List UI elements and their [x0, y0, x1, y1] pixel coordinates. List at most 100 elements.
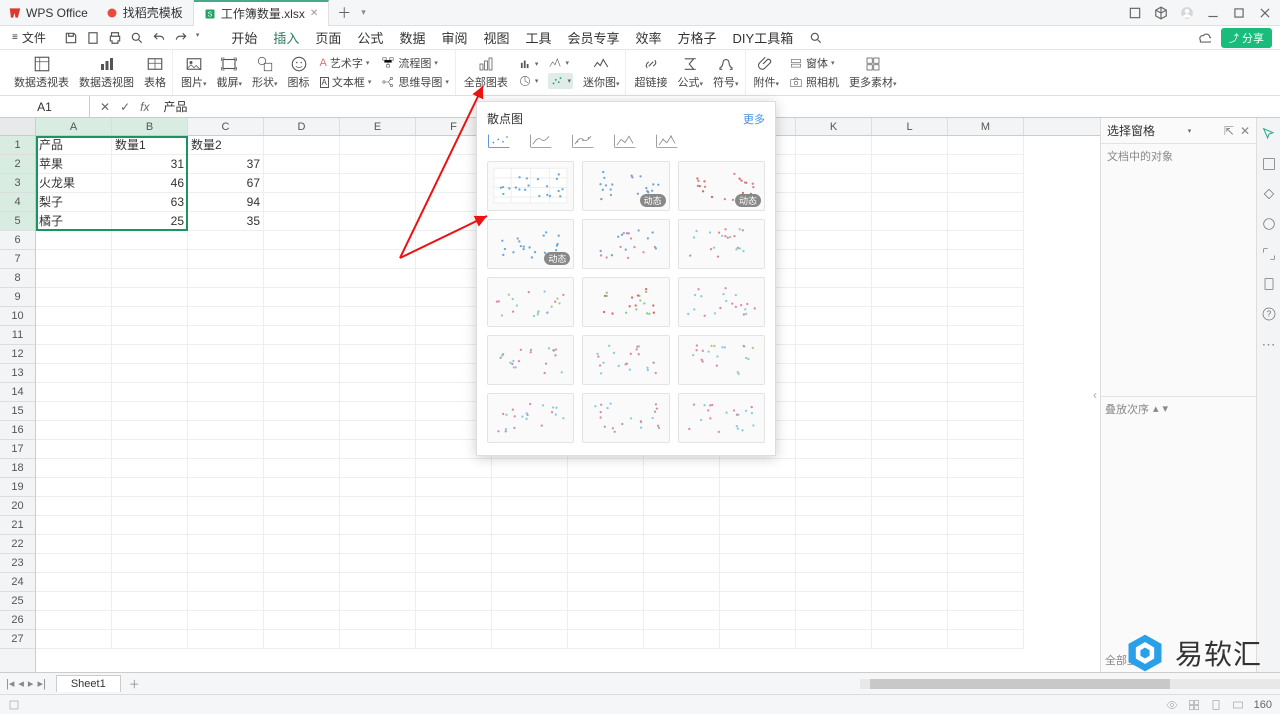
cell[interactable] — [492, 535, 568, 554]
cell[interactable] — [36, 402, 112, 421]
cell[interactable] — [112, 440, 188, 459]
chart-thumbnail[interactable] — [487, 393, 574, 443]
cell[interactable] — [948, 288, 1024, 307]
cell[interactable] — [340, 459, 416, 478]
cell[interactable] — [188, 573, 264, 592]
cancel-fx-icon[interactable]: ✕ — [100, 100, 110, 114]
cell[interactable] — [188, 554, 264, 573]
cell[interactable] — [796, 269, 872, 288]
cell[interactable] — [796, 478, 872, 497]
move-down-icon[interactable]: ▾ — [1163, 402, 1169, 415]
pivot-table-button[interactable]: 数据透视表 — [14, 55, 69, 90]
cell[interactable] — [188, 231, 264, 250]
cell[interactable] — [568, 611, 644, 630]
cell[interactable] — [188, 630, 264, 649]
name-box[interactable]: A1 — [0, 96, 90, 117]
cell[interactable] — [644, 459, 720, 478]
pivot-chart-button[interactable]: 数据透视图 — [79, 55, 134, 90]
menu-tab-开始[interactable]: 开始 — [231, 28, 257, 47]
all-charts-button[interactable]: 全部图表 — [464, 55, 508, 90]
menu-tab-审阅[interactable]: 审阅 — [441, 28, 467, 47]
fx-icon[interactable]: fx — [140, 100, 149, 114]
row-header[interactable]: 25 — [0, 592, 35, 611]
eye-icon[interactable] — [1166, 699, 1178, 711]
scatter-type-3[interactable] — [571, 133, 595, 149]
cell[interactable] — [264, 497, 340, 516]
cell[interactable] — [872, 516, 948, 535]
cell[interactable] — [264, 155, 340, 174]
cell[interactable] — [644, 535, 720, 554]
menu-tab-工具[interactable]: 工具 — [525, 28, 551, 47]
menu-tab-视图[interactable]: 视图 — [483, 28, 509, 47]
cell[interactable]: 25 — [112, 212, 188, 231]
cell[interactable] — [112, 554, 188, 573]
chart-thumbnail[interactable] — [582, 335, 669, 385]
cell[interactable] — [340, 478, 416, 497]
cell[interactable] — [796, 535, 872, 554]
cell[interactable]: 梨子 — [36, 193, 112, 212]
cell[interactable] — [112, 497, 188, 516]
sheet-nav-last[interactable]: ▸| — [37, 677, 45, 690]
chart-thumbnail[interactable] — [582, 393, 669, 443]
scatter-chart-dropdown[interactable]: ▾ — [548, 73, 573, 89]
row-header[interactable]: 18 — [0, 459, 35, 478]
zoom-value[interactable]: 160 — [1254, 699, 1272, 711]
cell[interactable] — [112, 326, 188, 345]
cell[interactable] — [36, 440, 112, 459]
cell[interactable] — [872, 592, 948, 611]
cell[interactable] — [796, 307, 872, 326]
chart-thumbnail[interactable]: 动态 — [678, 161, 765, 211]
cell[interactable] — [796, 459, 872, 478]
cell[interactable] — [188, 592, 264, 611]
cell[interactable] — [948, 345, 1024, 364]
add-tab-button[interactable]: ＋ — [329, 3, 359, 23]
cell[interactable] — [948, 136, 1024, 155]
rail-page-icon[interactable] — [1261, 276, 1277, 292]
cell[interactable] — [340, 231, 416, 250]
menu-tab-方格子[interactable]: 方格子 — [678, 28, 717, 47]
cell[interactable] — [492, 516, 568, 535]
column-header[interactable]: L — [872, 118, 948, 135]
cell[interactable] — [644, 478, 720, 497]
column-header[interactable]: C — [188, 118, 264, 135]
cell[interactable]: 37 — [188, 155, 264, 174]
cell[interactable] — [264, 364, 340, 383]
horizontal-scrollbar[interactable] — [860, 679, 1280, 689]
cell[interactable] — [188, 459, 264, 478]
attachment-button[interactable]: 附件▾ — [754, 55, 780, 90]
cell[interactable] — [112, 611, 188, 630]
cell[interactable] — [340, 288, 416, 307]
cell[interactable] — [36, 421, 112, 440]
cell[interactable] — [568, 630, 644, 649]
cell[interactable] — [568, 554, 644, 573]
window-minimize-icon[interactable] — [1206, 6, 1220, 20]
cell[interactable] — [264, 459, 340, 478]
cell[interactable] — [796, 573, 872, 592]
sheet-tab-1[interactable]: Sheet1 — [56, 675, 121, 692]
cell[interactable] — [948, 231, 1024, 250]
more-assets-button[interactable]: 更多素材▾ — [849, 55, 897, 90]
cell[interactable] — [948, 535, 1024, 554]
window-maximize-icon[interactable] — [1232, 6, 1246, 20]
row-header[interactable]: 20 — [0, 497, 35, 516]
cell[interactable] — [720, 611, 796, 630]
cell[interactable]: 数量2 — [188, 136, 264, 155]
cell[interactable] — [796, 326, 872, 345]
cell[interactable] — [948, 250, 1024, 269]
row-header[interactable]: 3 — [0, 174, 35, 193]
cell[interactable] — [872, 440, 948, 459]
symbol-button[interactable]: 符号▾ — [713, 55, 739, 90]
cell[interactable] — [36, 345, 112, 364]
cell[interactable] — [568, 573, 644, 592]
scatter-type-5[interactable] — [655, 133, 679, 149]
cell[interactable] — [264, 250, 340, 269]
chart-thumbnail[interactable] — [582, 277, 669, 327]
chart-thumbnail[interactable] — [678, 335, 765, 385]
cell[interactable] — [264, 212, 340, 231]
row-header[interactable]: 8 — [0, 269, 35, 288]
cell[interactable] — [796, 193, 872, 212]
cell[interactable] — [36, 573, 112, 592]
cell[interactable] — [872, 421, 948, 440]
cell[interactable] — [644, 554, 720, 573]
cell[interactable] — [188, 345, 264, 364]
